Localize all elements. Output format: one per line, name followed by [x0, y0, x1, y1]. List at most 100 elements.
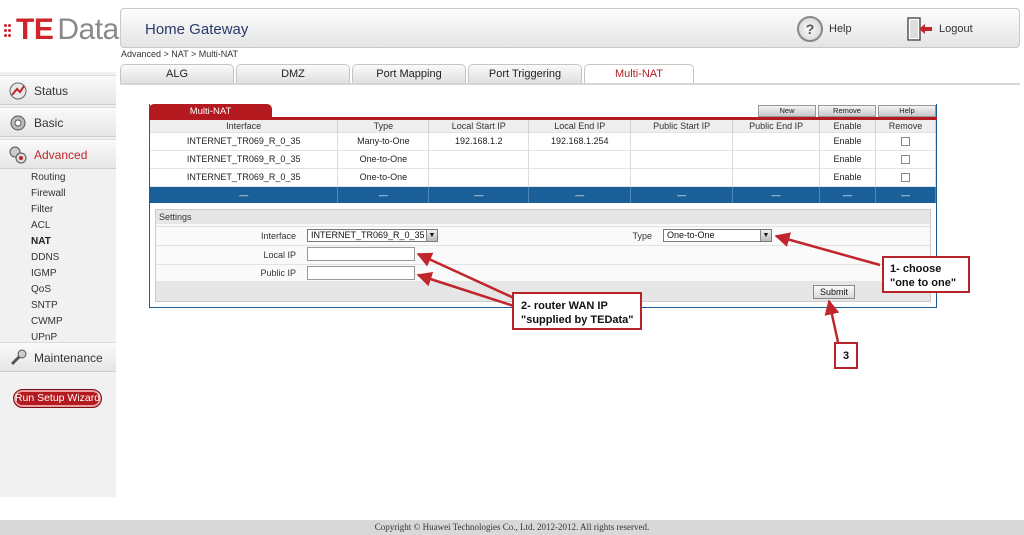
redacted-value	[648, 151, 715, 165]
settings-row-interface: Interface INTERNET_TR069_R_0_35 ▼ Type O…	[156, 226, 930, 244]
logout-icon[interactable]	[907, 17, 933, 41]
sidebar-sub-sntp[interactable]: SNTP	[31, 300, 58, 311]
run-setup-wizard-button[interactable]: Run Setup Wizard	[13, 389, 102, 408]
type-select-value: One-to-One	[667, 230, 715, 240]
cell-local-end-ip	[528, 167, 632, 186]
table-row[interactable]: INTERNET_TR069_R_0_35 One-to-One Enable	[150, 167, 937, 186]
public-ip-input[interactable]	[307, 266, 415, 280]
sidebar-sub-filter[interactable]: Filter	[31, 204, 53, 215]
annotation-step-2: 2- router WAN IP "supplied by TEData"	[512, 292, 642, 330]
type-select[interactable]: One-to-One ▼	[663, 229, 772, 242]
new-button[interactable]: New	[758, 105, 816, 117]
chevron-down-icon: ▼	[760, 230, 771, 241]
tab-port-triggering[interactable]: Port Triggering	[468, 64, 582, 84]
sidebar-sub-routing[interactable]: Routing	[31, 172, 65, 183]
type-label: Type	[632, 231, 652, 241]
settings-row-public-ip: Public IP	[156, 264, 930, 282]
cell-public-end-ip	[732, 131, 821, 150]
table-row[interactable]: INTERNET_TR069_R_0_35 One-to-One Enable	[150, 149, 937, 168]
logo-data: Data	[57, 13, 119, 46]
sidebar-item-basic[interactable]: Basic	[0, 107, 116, 137]
col-local-start-ip: Local Start IP	[428, 120, 530, 132]
sidebar-sub-igmp[interactable]: IGMP	[31, 268, 57, 279]
annotation-step-2-line1: 2- router WAN IP	[521, 300, 608, 312]
sidebar-sub-acl[interactable]: ACL	[31, 220, 50, 231]
maintenance-icon	[10, 349, 27, 366]
table-selected-row[interactable]: — — — — — — — —	[150, 185, 937, 203]
cell-local-start-ip: 192.168.1.2	[428, 131, 530, 150]
sidebar-sub-nat[interactable]: NAT	[31, 236, 51, 247]
sidebar-sub-qos[interactable]: QoS	[31, 284, 51, 295]
advanced-icon	[9, 146, 27, 164]
sidebar-item-maintenance[interactable]: Maintenance	[0, 342, 116, 372]
chevron-down-icon: ▼	[426, 230, 437, 241]
settings-row-local-ip: Local IP	[156, 245, 930, 263]
cell-type: One-to-One	[337, 149, 430, 168]
col-remove: Remove	[875, 120, 937, 132]
table-row[interactable]: INTERNET_TR069_R_0_35 Many-to-One 192.16…	[150, 131, 937, 150]
cell-interface: INTERNET_TR069_R_0_35	[150, 149, 339, 168]
local-ip-label: Local IP	[263, 250, 296, 260]
col-public-end-ip: Public End IP	[732, 120, 821, 132]
tab-port-mapping[interactable]: Port Mapping	[352, 64, 466, 84]
tab-multi-nat[interactable]: Multi-NAT	[584, 64, 694, 85]
sidebar-item-advanced[interactable]: Advanced	[0, 139, 116, 169]
redacted-value	[648, 169, 715, 183]
col-enable: Enable	[819, 120, 876, 132]
col-type: Type	[337, 120, 430, 132]
sidebar-sub-firewall[interactable]: Firewall	[31, 188, 65, 199]
help-icon[interactable]: ?	[797, 16, 823, 42]
tab-dmz[interactable]: DMZ	[236, 64, 350, 84]
annotation-step-2-line2: "supplied by TEData"	[521, 314, 634, 326]
cell-placeholder: —	[428, 185, 530, 203]
cell-placeholder: —	[732, 185, 821, 203]
basic-icon	[10, 115, 26, 131]
panel-help-button[interactable]: Help	[878, 105, 936, 117]
cell-placeholder: —	[337, 185, 430, 203]
sidebar-label-advanced: Advanced	[34, 148, 88, 162]
remove-checkbox[interactable]	[900, 137, 910, 147]
settings-title: Settings	[156, 210, 930, 224]
tab-alg[interactable]: ALG	[120, 64, 234, 84]
local-ip-input[interactable]	[307, 247, 415, 261]
remove-button[interactable]: Remove	[818, 105, 876, 117]
annotation-step-1: 1- choose "one to one"	[882, 256, 970, 293]
interface-select[interactable]: INTERNET_TR069_R_0_35 ▼	[307, 229, 438, 242]
cell-remove	[875, 167, 937, 186]
cell-local-end-ip	[528, 149, 632, 168]
remove-checkbox[interactable]	[900, 155, 910, 165]
settings-section: Settings Interface INTERNET_TR069_R_0_35…	[155, 209, 931, 302]
cell-interface: INTERNET_TR069_R_0_35	[150, 167, 339, 186]
sidebar-sub-cwmp[interactable]: CWMP	[31, 316, 63, 327]
cell-remove	[875, 149, 937, 168]
sidebar-item-status[interactable]: Status	[0, 75, 116, 105]
sidebar-label-status: Status	[34, 84, 69, 98]
annotation-step-3: 3	[834, 342, 858, 369]
annotation-step-1-line2: "one to one"	[890, 277, 957, 289]
logo-te: TE	[16, 13, 54, 46]
interface-select-value: INTERNET_TR069_R_0_35	[311, 230, 425, 240]
sidebar-label-basic: Basic	[34, 116, 64, 130]
cell-enable: Enable	[819, 167, 876, 186]
cell-enable: Enable	[819, 131, 876, 150]
submit-button[interactable]: Submit	[813, 285, 855, 299]
logout-link[interactable]: Logout	[939, 23, 973, 35]
cell-public-start-ip	[630, 149, 734, 168]
redacted-value	[445, 169, 512, 183]
page-title: Home Gateway	[145, 21, 249, 38]
copyright-footer: Copyright © Huawei Technologies Co., Ltd…	[0, 520, 1024, 535]
help-link[interactable]: Help	[829, 23, 852, 35]
col-public-start-ip: Public Start IP	[630, 120, 734, 132]
cell-placeholder: —	[528, 185, 632, 203]
cell-enable: Enable	[819, 149, 876, 168]
logo-dots	[4, 22, 16, 42]
cell-local-end-ip: 192.168.1.254	[528, 131, 632, 150]
breadcrumb: Advanced > NAT > Multi-NAT	[121, 49, 239, 59]
cell-placeholder: —	[875, 185, 937, 203]
cell-public-end-ip	[732, 167, 821, 186]
sidebar-sub-ddns[interactable]: DDNS	[31, 252, 59, 263]
remove-checkbox[interactable]	[900, 173, 910, 183]
multi-nat-table: Interface Type Local Start IP Local End …	[150, 120, 937, 203]
interface-label: Interface	[260, 231, 296, 241]
cell-placeholder: —	[630, 185, 734, 203]
